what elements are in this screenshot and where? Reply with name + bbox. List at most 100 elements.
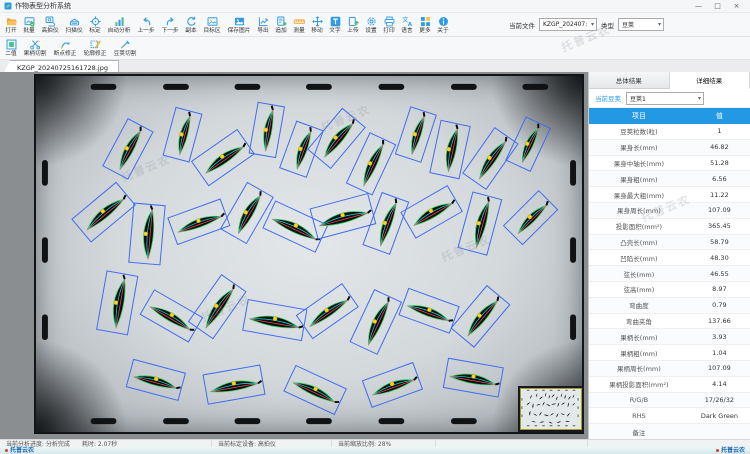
metric-name-cell: 弯曲度 [589,300,689,310]
binary-thumbnail-image [521,389,579,427]
metric-value-cell: 8.97 [689,285,750,293]
current-pod-select[interactable]: 豆荚1 ▾ [626,92,704,105]
type-select[interactable]: 豆荚 ▾ [618,18,664,31]
table-row: 备注 [589,424,750,440]
toolbar-item-label: 更多 [420,28,431,34]
main-toolbar: 打开 批量 高拍仪 扫描仪 标定 自动分析 上一步 下一步 副本 目标区 保存图 [0,13,750,37]
toolbar-items: 打开 批量 高拍仪 扫描仪 标定 自动分析 上一步 下一步 副本 目标区 保存图 [2,13,452,36]
metric-value-cell: 11.22 [689,191,750,199]
toolbar-item-stem-cut[interactable]: 果柄切割 [20,37,50,59]
toolbar-item-open[interactable]: 打开 [2,13,20,36]
results-panel: 总体结果 详细结果 当前豆荚 豆荚1 ▾ 项目 值 豆荚粒数(粒) 1 果身长(… [588,72,750,440]
upload-icon [348,16,359,27]
table-row: 果身中轴长(mm) 51.28 [589,156,750,172]
metric-value-cell: 17/26/32 [689,396,750,404]
minimize-button[interactable]: — [689,0,708,12]
breakpoint-fix-icon [60,39,71,50]
toolbar-item-redo[interactable]: 下一步 [158,13,182,36]
toolbar-item-move[interactable]: 移动 [308,13,326,36]
toolbar-item-label: 自动分析 [108,28,131,34]
toolbar-item-about[interactable]: 关于 [434,13,452,36]
toolbar-item-label: 副本 [185,28,196,34]
specimen-photo [34,74,584,434]
toolbar-item-batch[interactable]: 批量 [20,13,38,36]
metric-name-cell: 果柄长(mm) [589,332,689,342]
toolbar-item-upload[interactable]: 上传 [344,13,362,36]
header-item: 项目 [589,111,689,121]
toolbar-item-save-image[interactable]: 保存图片 [224,13,254,36]
table-row: 凸壳长(mm) 58.79 [589,235,750,251]
toolbar-item-label: 二值 [5,51,16,57]
table-row: R/G/B 17/26/32 [589,393,750,409]
toolbar-item-duplicate[interactable]: 副本 [182,13,200,36]
table-row: RHS Dark Green [589,408,750,424]
metric-name-cell: 果身粗(mm) [589,174,689,184]
metric-value-cell: 46.82 [689,143,750,151]
current-pod-row: 当前豆荚 豆荚1 ▾ [589,89,750,108]
app-window: 作物表型分析系统 — □ × 打开 批量 高拍仪 扫描仪 标定 自动分析 上一步 [0,0,750,454]
toolbar-item-doc-camera[interactable]: 高拍仪 [38,13,62,36]
results-tabs: 总体结果 详细结果 [589,72,750,89]
doc-camera-icon [45,16,56,27]
toolbar-item-binary[interactable]: 二值 [2,37,20,59]
title-bar: 作物表型分析系统 — □ × [0,0,750,13]
current-file-select[interactable]: KZGP_202407: ▾ [539,18,597,31]
main-content: 总体结果 详细结果 当前豆荚 豆荚1 ▾ 项目 值 豆荚粒数(粒) 1 果身长(… [0,72,750,440]
metric-value-cell: 4.14 [689,380,750,388]
toolbar-item-auto-analyze[interactable]: 自动分析 [104,13,134,36]
current-file-value: KZGP_202407: [543,21,587,28]
toolbar-item-calibrate[interactable]: 标定 [86,13,104,36]
toolbar-item-label: 断点修正 [54,51,77,57]
toolbar-item-print[interactable]: 打印 [380,13,398,36]
toolbar-item-label: 果柄切割 [24,51,47,57]
toolbar-item-label: 上传 [348,28,359,34]
file-type-controls: 当前文件 KZGP_202407: ▾ 类型 豆荚 ▾ [509,18,664,31]
toolbar-item-export[interactable]: 导出 [254,13,272,36]
metric-value-cell: 51.28 [689,159,750,167]
table-row: 弦高(mm) 8.97 [589,282,750,298]
toolbar-item-language[interactable]: 文A 语言 [398,13,416,36]
metric-value-cell: 137.66 [689,317,750,325]
binary-icon [6,39,17,50]
toolbar-item-append[interactable]: 追加 [272,13,290,36]
toolbar-item-scanner[interactable]: 扫描仪 [62,13,86,36]
toolbar-item-contour-fix[interactable]: 轮廓修正 [80,37,110,59]
metric-value-cell: 3.93 [689,333,750,341]
status-zoom: 当前缩放比例: 28% [332,440,436,447]
toolbar-item-text[interactable]: 文字 [326,13,344,36]
toolbar-item-label: 下一步 [162,28,179,34]
table-row: 凹陷长(mm) 48.30 [589,250,750,266]
toolbar-item-measure[interactable]: 测量 [290,13,308,36]
image-viewer[interactable] [0,72,588,440]
duplicate-icon [186,16,197,27]
binary-thumbnail[interactable] [518,386,584,432]
close-button[interactable]: × [727,0,746,12]
tab-overall-results[interactable]: 总体结果 [589,72,670,89]
settings-icon [366,16,377,27]
toolbar-item-settings[interactable]: 设置 [362,13,380,36]
tab-detailed-results[interactable]: 详细结果 [670,72,750,89]
language-icon: 文A [402,16,413,27]
table-row: 果柄投影面积(mm²) 4.14 [589,377,750,393]
metric-name-cell: 果身中轴长(mm) [589,158,689,168]
metric-name-cell: 果柄周长(mm) [589,363,689,373]
metric-name-cell: 凹陷长(mm) [589,253,689,263]
toolbar-item-pod-cut[interactable]: 豆荚切割 [110,37,140,59]
metric-value-cell: 1.04 [689,349,750,357]
toolbar-item-undo[interactable]: 上一步 [134,13,158,36]
toolbar-item-breakpoint-fix[interactable]: 断点修正 [50,37,80,59]
metric-name-cell: 果柄投影面积(mm²) [589,379,689,389]
status-bar: 当前分析进度: 分析完成耗时: 2.07秒 当前标定设备: 高拍仪 当前缩放比例… [0,439,750,447]
toolbar-item-more[interactable]: 更多 [416,13,434,36]
measure-icon [294,16,305,27]
toolbar-item-target-area[interactable]: 目标区 [200,13,224,36]
toolbar-item-label: 测量 [294,28,305,34]
redo-icon [165,16,176,27]
chevron-down-icon: ▾ [658,21,661,28]
edit-toolbar: 二值 果柄切割 断点修正 轮廓修正 豆荚切割 [0,37,750,60]
metric-value-cell: 58.79 [689,238,750,246]
about-icon [438,16,449,27]
maximize-button[interactable]: □ [708,0,727,12]
toolbar-item-label: 高拍仪 [41,28,58,34]
metric-value-cell: 1 [689,127,750,135]
